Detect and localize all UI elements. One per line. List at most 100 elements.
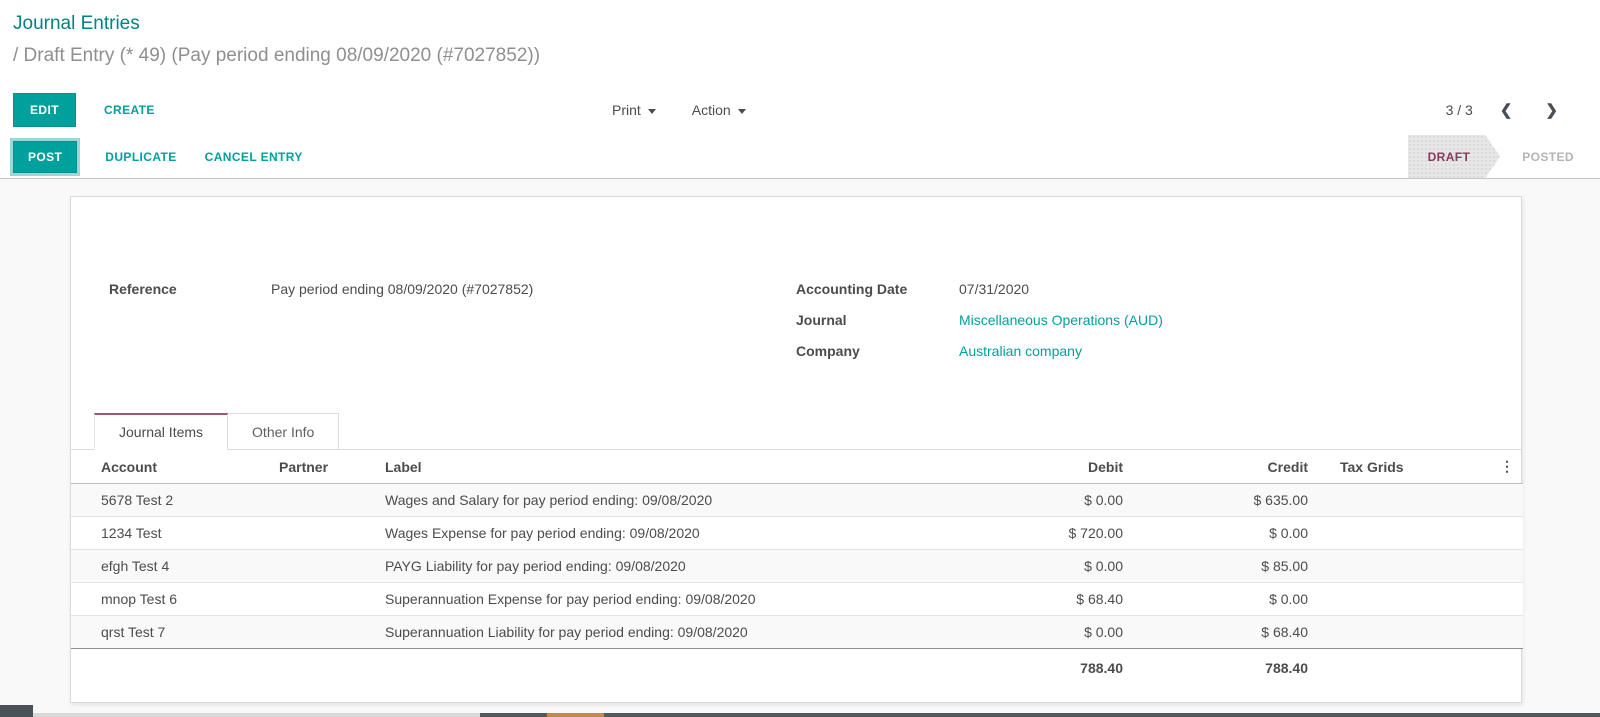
column-header-account[interactable]: Account xyxy=(71,450,271,484)
totals-spacer xyxy=(1316,649,1491,688)
cell-partner[interactable] xyxy=(271,616,377,649)
total-credit: 788.40 xyxy=(1131,649,1316,688)
table-row[interactable]: qrst Test 7 Superannuation Liability for… xyxy=(71,616,1523,649)
pager-previous-icon[interactable]: ❮ xyxy=(1500,101,1513,119)
totals-spacer xyxy=(1491,649,1523,688)
state-posted-badge[interactable]: POSTED xyxy=(1500,135,1600,178)
tab-other-info[interactable]: Other Info xyxy=(228,413,339,450)
cell-partner[interactable] xyxy=(271,517,377,550)
cell-optional xyxy=(1491,484,1523,517)
breadcrumb-current-record: / Draft Entry (* 49) (Pay period ending … xyxy=(13,44,1600,68)
cell-label[interactable]: Wages and Salary for pay period ending: … xyxy=(377,484,1001,517)
accounting-date-label: Accounting Date xyxy=(796,279,959,299)
create-button[interactable]: CREATE xyxy=(104,103,155,117)
company-label: Company xyxy=(796,341,959,361)
column-header-debit[interactable]: Debit xyxy=(1001,450,1131,484)
cell-debit[interactable]: $ 0.00 xyxy=(1001,550,1131,583)
totals-spacer xyxy=(271,649,377,688)
column-header-label[interactable]: Label xyxy=(377,450,1001,484)
reference-value: Pay period ending 08/09/2020 (#7027852) xyxy=(271,279,533,299)
cell-tax-grids[interactable] xyxy=(1316,583,1491,616)
journal-field-row: Journal Miscellaneous Operations (AUD) xyxy=(796,310,1521,330)
print-dropdown-label: Print xyxy=(612,102,641,118)
journal-entry-page: Journal Entries / Draft Entry (* 49) (Pa… xyxy=(0,0,1600,717)
action-dropdown[interactable]: Action xyxy=(692,102,746,118)
journal-items-table: Account Partner Label Debit Credit Tax G… xyxy=(71,450,1523,687)
company-value-link[interactable]: Australian company xyxy=(959,341,1082,361)
journal-label: Journal xyxy=(796,310,959,330)
cell-label[interactable]: Wages Expense for pay period ending: 09/… xyxy=(377,517,1001,550)
optional-columns-icon[interactable]: ⋮ xyxy=(1491,450,1523,484)
cell-debit[interactable]: $ 68.40 xyxy=(1001,583,1131,616)
cell-account[interactable]: mnop Test 6 xyxy=(71,583,271,616)
duplicate-button[interactable]: DUPLICATE xyxy=(105,150,176,164)
cell-partner[interactable] xyxy=(271,583,377,616)
edit-button[interactable]: EDIT xyxy=(13,93,76,127)
cell-partner[interactable] xyxy=(271,550,377,583)
cell-tax-grids[interactable] xyxy=(1316,484,1491,517)
cell-debit[interactable]: $ 0.00 xyxy=(1001,616,1131,649)
chevron-down-icon xyxy=(648,109,656,114)
form-sheet: Reference Pay period ending 08/09/2020 (… xyxy=(70,196,1522,703)
print-dropdown[interactable]: Print xyxy=(612,102,656,118)
column-header-credit[interactable]: Credit xyxy=(1131,450,1316,484)
cell-credit[interactable]: $ 68.40 xyxy=(1131,616,1316,649)
cell-account[interactable]: 5678 Test 2 xyxy=(71,484,271,517)
cell-account[interactable]: qrst Test 7 xyxy=(71,616,271,649)
cell-optional xyxy=(1491,583,1523,616)
total-debit: 788.40 xyxy=(1001,649,1131,688)
action-dropdown-label: Action xyxy=(692,102,731,118)
column-header-tax-grids[interactable]: Tax Grids xyxy=(1316,450,1491,484)
breadcrumb-journal-entries-link[interactable]: Journal Entries xyxy=(13,12,1600,36)
state-widget: DRAFT POSTED xyxy=(1408,135,1600,178)
content-area: Reference Pay period ending 08/09/2020 (… xyxy=(0,179,1600,717)
control-bar: EDIT CREATE Print Action 3 / 3 ❮ ❯ xyxy=(0,85,1600,135)
table-row[interactable]: 1234 Test Wages Expense for pay period e… xyxy=(71,517,1523,550)
totals-row: 788.40 788.40 xyxy=(71,649,1523,688)
cell-optional xyxy=(1491,616,1523,649)
tab-journal-items[interactable]: Journal Items xyxy=(94,413,228,450)
cell-partner[interactable] xyxy=(271,484,377,517)
record-pager: 3 / 3 ❮ ❯ xyxy=(1446,85,1558,135)
cancel-entry-button[interactable]: CANCEL ENTRY xyxy=(205,150,303,164)
state-draft-badge[interactable]: DRAFT xyxy=(1408,135,1501,178)
bottom-edge-orange-segment xyxy=(547,713,604,717)
totals-spacer xyxy=(377,649,1001,688)
pager-next-icon[interactable]: ❯ xyxy=(1545,101,1558,119)
accounting-date-value: 07/31/2020 xyxy=(959,279,1029,299)
cell-credit[interactable]: $ 0.00 xyxy=(1131,583,1316,616)
accounting-date-field-row: Accounting Date 07/31/2020 xyxy=(796,279,1521,299)
cell-credit[interactable]: $ 635.00 xyxy=(1131,484,1316,517)
reference-label: Reference xyxy=(109,279,271,299)
post-button[interactable]: POST xyxy=(13,141,77,173)
cell-credit[interactable]: $ 0.00 xyxy=(1131,517,1316,550)
table-row[interactable]: 5678 Test 2 Wages and Salary for pay per… xyxy=(71,484,1523,517)
cell-label[interactable]: Superannuation Expense for pay period en… xyxy=(377,583,1001,616)
cell-debit[interactable]: $ 0.00 xyxy=(1001,484,1131,517)
field-group-right: Accounting Date 07/31/2020 Journal Misce… xyxy=(796,279,1521,372)
bottom-edge-bar xyxy=(0,713,1600,717)
cell-credit[interactable]: $ 85.00 xyxy=(1131,550,1316,583)
action-dropdowns: Print Action xyxy=(612,85,746,135)
bottom-left-corner-block xyxy=(0,705,33,717)
cell-account[interactable]: 1234 Test xyxy=(71,517,271,550)
status-bar: POST DUPLICATE CANCEL ENTRY DRAFT POSTED xyxy=(0,135,1600,179)
table-header-row: Account Partner Label Debit Credit Tax G… xyxy=(71,450,1523,484)
cell-optional xyxy=(1491,550,1523,583)
cell-tax-grids[interactable] xyxy=(1316,517,1491,550)
table-row[interactable]: mnop Test 6 Superannuation Expense for p… xyxy=(71,583,1523,616)
cell-debit[interactable]: $ 720.00 xyxy=(1001,517,1131,550)
cell-label[interactable]: Superannuation Liability for pay period … xyxy=(377,616,1001,649)
journal-value-link[interactable]: Miscellaneous Operations (AUD) xyxy=(959,310,1163,330)
cell-tax-grids[interactable] xyxy=(1316,550,1491,583)
table-row[interactable]: efgh Test 4 PAYG Liability for pay perio… xyxy=(71,550,1523,583)
cell-label[interactable]: PAYG Liability for pay period ending: 09… xyxy=(377,550,1001,583)
cell-tax-grids[interactable] xyxy=(1316,616,1491,649)
cell-account[interactable]: efgh Test 4 xyxy=(71,550,271,583)
field-group-left: Reference Pay period ending 08/09/2020 (… xyxy=(71,279,796,372)
totals-spacer xyxy=(71,649,271,688)
cell-optional xyxy=(1491,517,1523,550)
breadcrumb: Journal Entries / Draft Entry (* 49) (Pa… xyxy=(0,0,1600,85)
pager-count: 3 / 3 xyxy=(1446,102,1473,118)
column-header-partner[interactable]: Partner xyxy=(271,450,377,484)
